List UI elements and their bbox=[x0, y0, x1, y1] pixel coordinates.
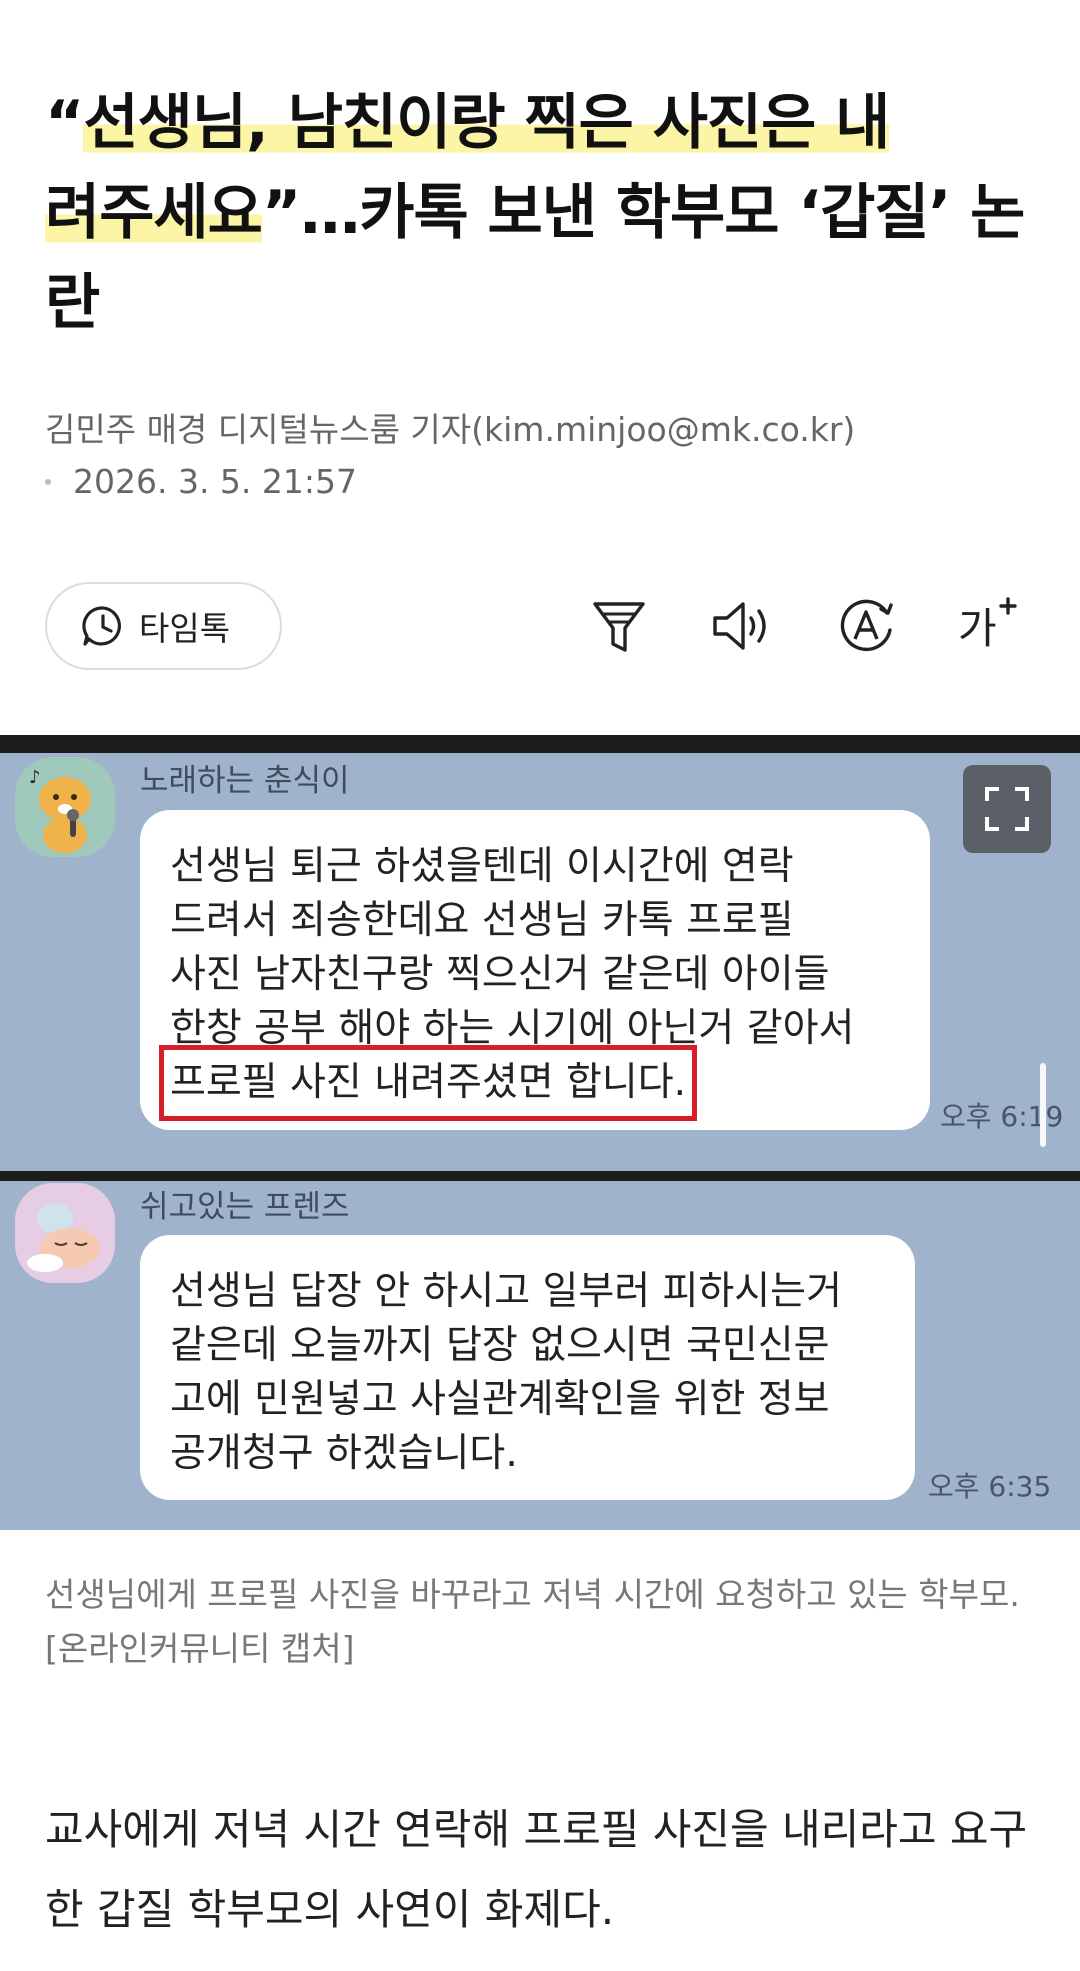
headline-open-quote: “ bbox=[45, 88, 84, 158]
message1-line-3: 사진 남자친구랑 찍으신거 같은데 아이들 bbox=[170, 952, 830, 997]
article-date-text: 2026. 3. 5. 21:57 bbox=[73, 462, 358, 501]
image-caption: 선생님에게 프로필 사진을 바꾸라고 저녁 시간에 요청하고 있는 학부모. [… bbox=[45, 1575, 1020, 1668]
speaker-icon bbox=[713, 602, 766, 650]
fullscreen-icon bbox=[985, 787, 1029, 831]
read-aloud-button[interactable] bbox=[705, 590, 779, 662]
image-divider bbox=[0, 1171, 1080, 1181]
resting-friends-icon bbox=[27, 1203, 100, 1272]
sender-name-2: 쉬고있는 프렌즈 bbox=[140, 1189, 350, 1225]
message1-line-2: 드려서 죄송한데요 선생님 카톡 프로필 bbox=[170, 898, 794, 943]
translate-icon bbox=[840, 599, 893, 652]
article-headline: “선생님, 남친이랑 찍은 사진은 내 려주세요”…카톡 보낸 학부모 ‘갑질’ … bbox=[45, 78, 1035, 348]
article-byline[interactable]: 김민주 매경 디지털뉴스룸 기자(kim.minjoo@mk.co.kr) bbox=[45, 408, 855, 452]
message-bubble-1: 선생님 퇴근 하셨을텐데 이시간에 연락 드려서 죄송한데요 선생님 카톡 프로… bbox=[140, 810, 930, 1130]
avatar-chunsik: ♪ bbox=[15, 757, 115, 857]
article-body-paragraph: 교사에게 저녁 시간 연락해 프로필 사진을 내리라고 요구한 갑질 학부모의 … bbox=[45, 1805, 1028, 1934]
image-top-border bbox=[0, 735, 1080, 753]
clock-icon bbox=[82, 606, 121, 646]
message2-line-4: 공개청구 하겠습니다. bbox=[170, 1431, 518, 1476]
chat-screenshot-image[interactable]: ♪ 노래하는 춘식이 선생님 퇴근 하셨을텐데 이시간에 연락 드려서 죄송한데… bbox=[0, 735, 1080, 1530]
message2-line-1: 선생님 답장 안 하시고 일부러 피하시는거 bbox=[170, 1269, 842, 1314]
timetalk-button[interactable]: 타임톡 bbox=[45, 582, 282, 670]
highlighted-request-text: 프로필 사진 내려주셨면 합니다. bbox=[158, 1045, 698, 1121]
message-time-2: 오후 6:35 bbox=[928, 1470, 1052, 1503]
headline-highlight-1: 선생님, 남친이랑 찍은 사진은 내 bbox=[83, 88, 890, 158]
article-date: 2026. 3. 5. 21:57 bbox=[45, 460, 357, 504]
avatar-friends bbox=[15, 1183, 115, 1283]
fullscreen-button[interactable] bbox=[963, 765, 1051, 853]
message1-line-4: 한창 공부 해야 하는 시기에 아닌거 같아서 bbox=[170, 1006, 855, 1051]
timetalk-label: 타임톡 bbox=[139, 609, 231, 648]
headline-highlight-2: 려주세요 bbox=[45, 178, 263, 248]
sender-name-1: 노래하는 춘식이 bbox=[140, 763, 350, 799]
font-size-glyph: 가 bbox=[958, 604, 997, 653]
bullet-dot bbox=[45, 479, 51, 485]
filter-button[interactable] bbox=[582, 590, 656, 662]
font-size-button[interactable]: 가 bbox=[952, 590, 1026, 662]
filter-icon bbox=[593, 602, 645, 652]
translate-button[interactable] bbox=[829, 590, 903, 662]
message-bubble-2: 선생님 답장 안 하시고 일부러 피하시는거 같은데 오늘까지 답장 없으시면 … bbox=[140, 1235, 915, 1500]
page-scrollbar[interactable] bbox=[1040, 1063, 1046, 1147]
chunsik-singing-icon: ♪ bbox=[29, 767, 91, 853]
svg-text:♪: ♪ bbox=[29, 767, 41, 788]
message1-line-1: 선생님 퇴근 하셨을텐데 이시간에 연락 bbox=[170, 844, 794, 889]
message2-line-2: 같은데 오늘까지 답장 없으시면 국민신문 bbox=[170, 1323, 830, 1368]
font-size-icon: 가 bbox=[958, 597, 1017, 653]
message2-line-3: 고에 민원넣고 사실관계확인을 위한 정보 bbox=[170, 1377, 830, 1422]
